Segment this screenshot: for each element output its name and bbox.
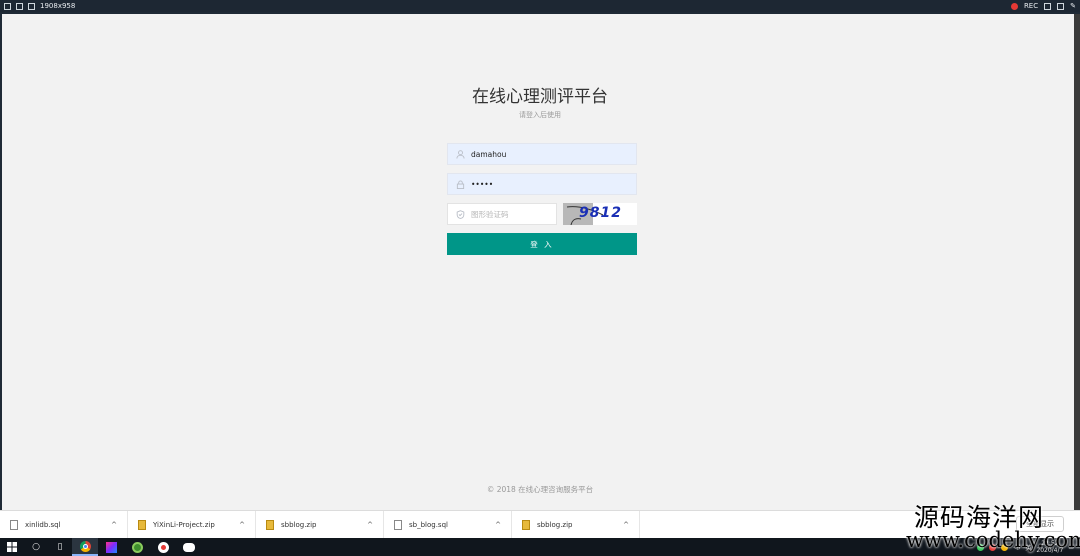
settings-icon[interactable] (1057, 2, 1065, 10)
pen-icon[interactable]: ✎ (1070, 2, 1076, 10)
download-item[interactable]: YiXinLi-Project.zip ^ (128, 510, 256, 539)
search-icon[interactable]: ○ (24, 538, 48, 556)
volume-icon[interactable]: ◁) (1013, 544, 1020, 551)
page-title: 在线心理测评平台 (472, 87, 608, 107)
chrome-icon[interactable] (72, 538, 98, 556)
clock-time: 22:52 (1041, 540, 1059, 547)
file-icon (394, 519, 402, 530)
download-name: YiXinLi-Project.zip (153, 520, 215, 529)
download-item[interactable]: xinlidb.sql ^ (0, 510, 128, 539)
captcha-input[interactable] (471, 209, 551, 219)
download-shelf: xinlidb.sql ^ YiXinLi-Project.zip ^ sbbl… (0, 510, 1080, 539)
recording-resolution: 1908x958 (40, 2, 76, 10)
crop-icon[interactable] (28, 2, 35, 10)
download-item[interactable]: sb_blog.sql ^ (384, 510, 512, 539)
chevron-up-icon[interactable]: ^ (367, 521, 373, 529)
file-icon (10, 519, 18, 530)
download-name: sb_blog.sql (409, 520, 448, 529)
page-subtitle: 请登入后使用 (519, 111, 561, 119)
captcha-code: 9812 (579, 205, 622, 221)
chevron-up-icon[interactable]: ^ (495, 521, 501, 529)
login-button[interactable]: 登 入 (447, 233, 637, 255)
record-icon[interactable] (1010, 2, 1018, 10)
notification-icon[interactable]: ▭ (1068, 544, 1074, 551)
zip-icon (266, 519, 274, 530)
captcha-field[interactable] (447, 203, 557, 225)
app-icon[interactable] (124, 538, 150, 556)
captcha-image[interactable]: 9812 (563, 203, 637, 225)
cloud-app-icon[interactable] (176, 538, 202, 556)
show-all-downloads-button[interactable]: 全部显示 (1016, 516, 1064, 532)
system-tray: ◁) 英 22:52 2020/4/7 ▭ (977, 540, 1080, 554)
browser-viewport: 在线心理测评平台 请登入后使用 damahou ••••• 9812 登 入 ©… (2, 14, 1078, 510)
password-field[interactable]: ••••• (447, 173, 637, 195)
task-view-icon[interactable]: ▯ (48, 538, 72, 556)
rec-label[interactable]: REC (1024, 2, 1038, 10)
zip-icon (138, 519, 146, 530)
footer-copyright: © 2018 在线心理咨询服务平台 (486, 485, 594, 494)
chevron-up-icon[interactable]: ^ (111, 521, 117, 529)
download-item[interactable]: sbblog.zip ^ (256, 510, 384, 539)
tray-app-icon[interactable] (989, 543, 997, 551)
user-icon (455, 149, 465, 159)
download-item[interactable]: sbblog.zip ^ (512, 510, 640, 539)
recorder-toolbar: 1908x958 REC ✎ (0, 0, 1080, 12)
camera-icon[interactable] (1044, 2, 1052, 10)
download-name: xinlidb.sql (25, 520, 61, 529)
download-name: sbblog.zip (281, 520, 317, 529)
username-value: damahou (471, 149, 507, 159)
ime-indicator[interactable]: 英 (1025, 543, 1031, 552)
zip-icon (522, 519, 530, 530)
password-value: ••••• (471, 179, 494, 189)
menu-icon[interactable] (4, 2, 11, 10)
ide-icon[interactable] (98, 538, 124, 556)
taskbar: ○ ▯ ◁) 英 22:52 2020/4/7 ▭ (0, 538, 1080, 556)
username-field[interactable]: damahou (447, 143, 637, 165)
shield-icon (455, 209, 465, 219)
clock-date: 2020/4/7 (1036, 547, 1064, 554)
tray-app-icon[interactable] (1001, 543, 1009, 551)
chevron-up-icon[interactable]: ^ (623, 521, 629, 529)
clock[interactable]: 22:52 2020/4/7 (1036, 540, 1063, 554)
lock-icon (455, 179, 465, 189)
download-name: sbblog.zip (537, 520, 573, 529)
recorder-app-icon[interactable] (150, 538, 176, 556)
window-icon[interactable] (16, 2, 23, 10)
tray-status-icon[interactable] (977, 543, 985, 551)
windows-start-icon[interactable] (0, 538, 24, 556)
chevron-up-icon[interactable]: ^ (239, 521, 245, 529)
window-edge (1074, 14, 1080, 510)
